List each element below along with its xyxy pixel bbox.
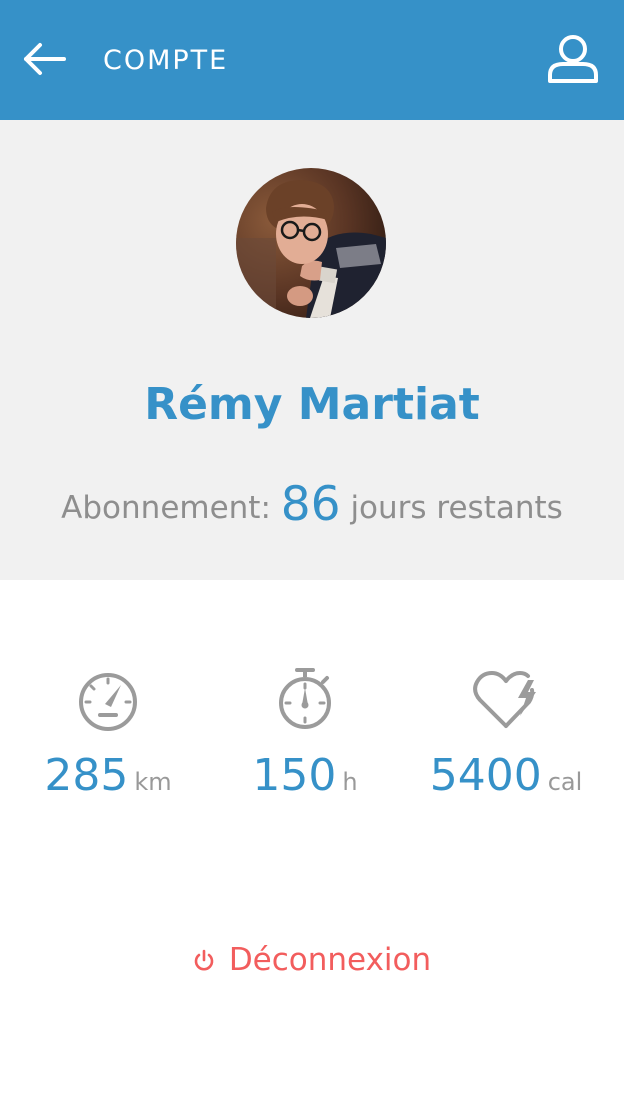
page-title: COMPTE bbox=[103, 45, 229, 76]
logout-label: Déconnexion bbox=[228, 942, 432, 978]
avatar[interactable] bbox=[236, 168, 386, 318]
app-header: COMPTE bbox=[0, 0, 624, 120]
logout-button[interactable]: Déconnexion bbox=[0, 936, 624, 984]
stat-calories: 5400 cal bbox=[402, 660, 610, 804]
stat-value: 150 bbox=[252, 750, 337, 801]
subscription-days: 86 bbox=[280, 477, 341, 532]
stat-distance: 285 km bbox=[4, 660, 212, 804]
arrow-left-icon bbox=[24, 43, 66, 75]
subscription-suffix: jours restants bbox=[350, 490, 563, 526]
stat-unit: cal bbox=[547, 768, 583, 796]
user-icon bbox=[548, 35, 598, 83]
subscription-label: Abonnement: bbox=[61, 490, 271, 526]
profile-name: Rémy Martiat bbox=[144, 379, 480, 430]
heart-energy-icon bbox=[473, 671, 536, 728]
stats-section: 285 km 150 h 5400 cal bbox=[0, 660, 624, 830]
back-button[interactable] bbox=[18, 36, 70, 82]
speedometer-icon bbox=[79, 673, 137, 731]
stat-unit: h bbox=[342, 768, 358, 796]
subscription-status: Abonnement: 86 jours restants bbox=[0, 475, 624, 538]
avatar-photo bbox=[236, 168, 386, 318]
stat-value: 285 bbox=[44, 750, 129, 801]
stat-value: 5400 bbox=[429, 750, 542, 801]
stopwatch-icon bbox=[279, 668, 331, 729]
power-icon bbox=[193, 948, 215, 972]
profile-section: Rémy Martiat Abonnement: 86 jours restan… bbox=[0, 120, 624, 580]
stat-unit: km bbox=[134, 768, 172, 796]
stat-duration: 150 h bbox=[201, 660, 409, 804]
user-profile-button[interactable] bbox=[544, 30, 602, 88]
